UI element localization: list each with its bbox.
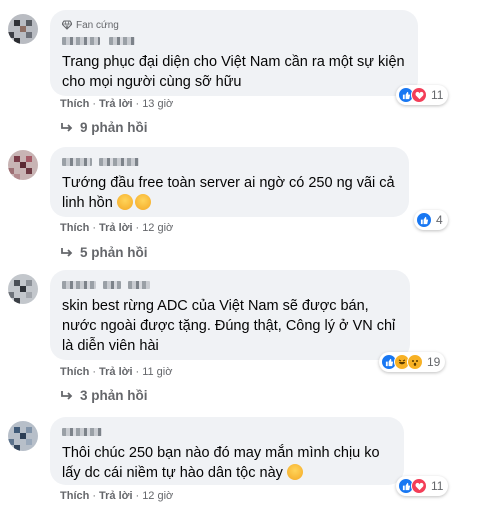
comment-bubble: Thôi chúc 250 bạn nào đó may mắn mình ch… (50, 417, 404, 485)
avatar[interactable] (8, 150, 38, 180)
reaction-summary[interactable]: 4 (414, 210, 448, 230)
timestamp[interactable]: 13 giờ (142, 98, 173, 110)
avatar[interactable] (8, 14, 38, 44)
comment-actions: Thích · Trả lời · 12 giờ (60, 490, 174, 502)
reaction-summary[interactable]: 11 (396, 85, 449, 105)
reaction-count: 11 (431, 479, 444, 493)
smiling-face-emoji (286, 464, 303, 480)
reaction-count: 11 (431, 88, 444, 102)
comment-text: Thôi chúc 250 bạn nào đó may mắn mình ch… (62, 443, 392, 483)
replies-count-label: 5 phản hồi (80, 245, 148, 260)
reaction-count: 4 (436, 213, 443, 227)
like-button[interactable]: Thích (60, 366, 89, 378)
like-reaction-icon (416, 212, 432, 228)
comment-actions: Thích · Trả lời · 13 giờ (60, 98, 174, 110)
timestamp[interactable]: 11 giờ (142, 366, 172, 378)
comment-actions: Thích · Trả lời · 11 giờ (60, 366, 173, 378)
tired-face-emoji (116, 194, 133, 210)
like-button[interactable]: Thích (60, 490, 89, 502)
author-name-blurred[interactable] (62, 278, 398, 292)
author-row: Fan cứng (62, 18, 406, 32)
wow-reaction-icon (407, 354, 423, 370)
comment-text: skin best rừng ADC của Việt Nam sẽ được … (62, 298, 396, 354)
badge-label: Fan cứng (76, 19, 119, 31)
reaction-summary[interactable]: 19 (379, 352, 446, 372)
like-button[interactable]: Thích (60, 222, 89, 234)
reply-arrow-icon (61, 247, 73, 257)
timestamp[interactable]: 12 giờ (142, 490, 173, 502)
replies-count-label: 9 phản hồi (80, 120, 148, 135)
replies-count-label: 3 phản hồi (80, 388, 148, 403)
avatar[interactable] (8, 421, 38, 451)
comment-text: Tướng đầu free toàn server ai ngờ có 250… (62, 173, 397, 213)
comment-text: Trang phục đại diện cho Việt Nam cần ra … (62, 54, 405, 90)
reply-button[interactable]: Trả lời (99, 490, 133, 502)
author-name-blurred[interactable] (62, 155, 397, 169)
author-name-blurred[interactable] (62, 425, 392, 439)
reply-button[interactable]: Trả lời (99, 222, 133, 234)
comment-text-body: Tướng đầu free toàn server ai ngờ có 250… (62, 175, 395, 211)
reply-button[interactable]: Trả lời (99, 366, 133, 378)
like-button[interactable]: Thích (60, 98, 89, 110)
view-replies-button[interactable]: 5 phản hồi (60, 245, 148, 260)
tired-face-emoji (134, 194, 151, 210)
avatar[interactable] (8, 274, 38, 304)
reply-arrow-icon (61, 390, 73, 400)
comment-bubble: Tướng đầu free toàn server ai ngờ có 250… (50, 147, 409, 217)
view-replies-button[interactable]: 9 phản hồi (60, 120, 148, 135)
author-name-blurred[interactable] (62, 34, 406, 48)
reaction-summary[interactable]: 11 (396, 476, 449, 496)
diamond-icon (62, 20, 72, 30)
love-reaction-icon (411, 478, 427, 494)
comment-actions: Thích · Trả lời · 12 giờ (60, 222, 174, 234)
reply-button[interactable]: Trả lời (99, 98, 133, 110)
reaction-count: 19 (427, 355, 441, 369)
love-reaction-icon (411, 87, 427, 103)
fan-badge: Fan cứng (62, 20, 119, 31)
view-replies-button[interactable]: 3 phản hồi (60, 388, 148, 403)
timestamp[interactable]: 12 giờ (142, 222, 173, 234)
comment-text-body: Thôi chúc 250 bạn nào đó may mắn mình ch… (62, 445, 380, 481)
reply-arrow-icon (61, 122, 73, 132)
comment-bubble: skin best rừng ADC của Việt Nam sẽ được … (50, 270, 410, 360)
comment-bubble: Fan cứng Trang phục đại diện cho Việt Na… (50, 10, 418, 96)
